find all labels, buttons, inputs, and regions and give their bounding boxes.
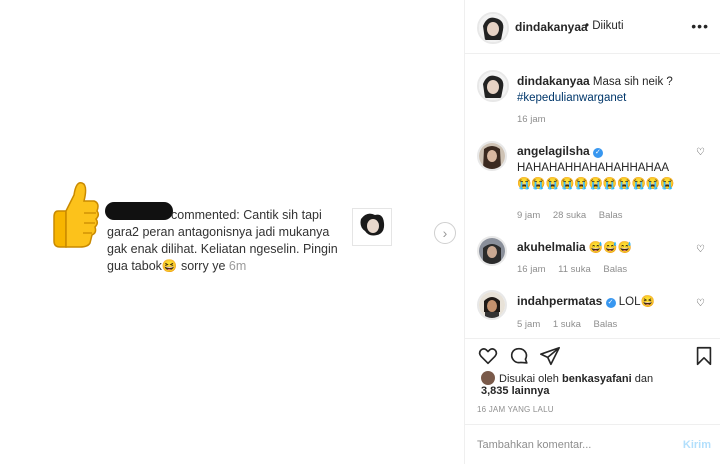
follow-status: • Diikuti bbox=[585, 20, 624, 32]
verified-badge-icon: ✓ bbox=[605, 298, 616, 308]
verified-badge-icon: ✓ bbox=[592, 148, 603, 158]
comment-username[interactable]: angelagilsha bbox=[517, 144, 590, 158]
next-image-button[interactable]: › bbox=[434, 222, 456, 244]
hashtag-link[interactable]: #kepedulianwarganet bbox=[517, 92, 626, 104]
comment-like-heart-icon[interactable]: ♡ bbox=[696, 244, 705, 255]
header-username[interactable]: dindakanyaa bbox=[515, 20, 588, 34]
share-icon[interactable] bbox=[539, 345, 561, 367]
comment-composer: Kirim bbox=[465, 424, 720, 464]
screenshot-comment-text: commented: Cantik sih tapi gara2 peran a… bbox=[107, 208, 338, 273]
post-image: commented: Cantik sih tapi gara2 peran a… bbox=[0, 0, 464, 464]
screenshot-post-thumbnail bbox=[352, 208, 392, 246]
comment-username[interactable]: akuhelmalia bbox=[517, 240, 586, 254]
comment-like-heart-icon[interactable]: ♡ bbox=[696, 147, 705, 158]
comment-likes[interactable]: 28 suka bbox=[553, 210, 586, 221]
caption-time: 16 jam bbox=[517, 114, 546, 125]
likes-count[interactable]: 3,835 lainnya bbox=[481, 385, 550, 397]
action-bar bbox=[465, 338, 720, 374]
send-button[interactable]: Kirim bbox=[683, 439, 711, 451]
screenshot-comment-time: 6m bbox=[228, 259, 247, 273]
reply-button[interactable]: Balas bbox=[594, 319, 618, 330]
comment-meta: 5 jam 1 suka Balas bbox=[517, 319, 627, 330]
comment-icon[interactable] bbox=[508, 345, 530, 367]
comment-time: 16 jam bbox=[517, 264, 546, 275]
comment-meta: 16 jam 11 suka Balas bbox=[517, 264, 637, 275]
comment-text: akuhelmalia 😅😅😅 bbox=[517, 239, 697, 256]
comment-meta: 9 jam 28 suka Balas bbox=[517, 210, 633, 221]
comment-like-heart-icon[interactable]: ♡ bbox=[696, 298, 705, 309]
caption-username[interactable]: dindakanyaa bbox=[517, 74, 590, 88]
reply-button[interactable]: Balas bbox=[599, 210, 623, 221]
comment-item: indahpermatas ✓ LOL😆 5 jam 1 suka Balas … bbox=[465, 290, 720, 334]
likes-summary: Disukai oleh benkasyafani dan 3,835 lain… bbox=[481, 371, 653, 397]
comment-item: angelagilsha ✓ HAHAHAHHAHAHAHHAHAA😭😭😭😭😭😭… bbox=[465, 141, 720, 221]
heart-icon[interactable] bbox=[477, 345, 499, 367]
bookmark-icon[interactable] bbox=[693, 345, 715, 367]
avatar[interactable] bbox=[477, 70, 509, 102]
liker-avatar bbox=[481, 371, 495, 385]
comment-body: HAHAHAHHAHAHAHHAHAA😭😭😭😭😭😭😭😭😭😭😭 bbox=[517, 162, 675, 190]
comment-likes[interactable]: 1 suka bbox=[553, 319, 581, 330]
comment-username[interactable]: indahpermatas bbox=[517, 294, 602, 308]
comment-text: indahpermatas ✓ LOL😆 bbox=[517, 293, 697, 310]
likes-prefix: Disukai oleh bbox=[499, 373, 559, 385]
avatar[interactable] bbox=[477, 236, 507, 266]
avatar[interactable] bbox=[477, 141, 507, 171]
likes-conj: dan bbox=[634, 373, 654, 385]
post-header: dindakanyaa • Diikuti ••• bbox=[465, 0, 720, 54]
reply-button[interactable]: Balas bbox=[603, 264, 627, 275]
comment-body: 😅😅😅 bbox=[588, 242, 632, 254]
post-sidebar: dindakanyaa • Diikuti ••• dindakanyaa Ma… bbox=[464, 0, 720, 464]
comment-body: LOL😆 bbox=[618, 296, 655, 308]
comment-item: akuhelmalia 😅😅😅 16 jam 11 suka Balas ♡ bbox=[465, 236, 720, 280]
caption-body: Masa sih neik ? bbox=[592, 76, 673, 88]
avatar[interactable] bbox=[477, 290, 507, 320]
liker-username[interactable]: benkasyafani bbox=[562, 373, 632, 385]
chevron-right-icon: › bbox=[442, 225, 448, 241]
comment-text: angelagilsha ✓ HAHAHAHHAHAHAHHAHAA😭😭😭😭😭😭… bbox=[517, 143, 679, 192]
screenshot-comment: commented: Cantik sih tapi gara2 peran a… bbox=[107, 207, 347, 275]
caption: dindakanyaa Masa sih neik ? #kepedulianw… bbox=[465, 70, 720, 130]
thumbs-up-icon bbox=[53, 182, 100, 248]
caption-text: dindakanyaa Masa sih neik ? #kepedulianw… bbox=[517, 73, 697, 106]
comment-time: 9 jam bbox=[517, 210, 541, 221]
post-date: 16 JAM YANG LALU bbox=[477, 405, 554, 414]
more-options-icon[interactable]: ••• bbox=[691, 18, 709, 34]
comment-likes[interactable]: 11 suka bbox=[558, 264, 591, 275]
comment-time: 5 jam bbox=[517, 319, 541, 330]
avatar[interactable] bbox=[477, 12, 509, 44]
comment-input[interactable] bbox=[477, 436, 667, 454]
